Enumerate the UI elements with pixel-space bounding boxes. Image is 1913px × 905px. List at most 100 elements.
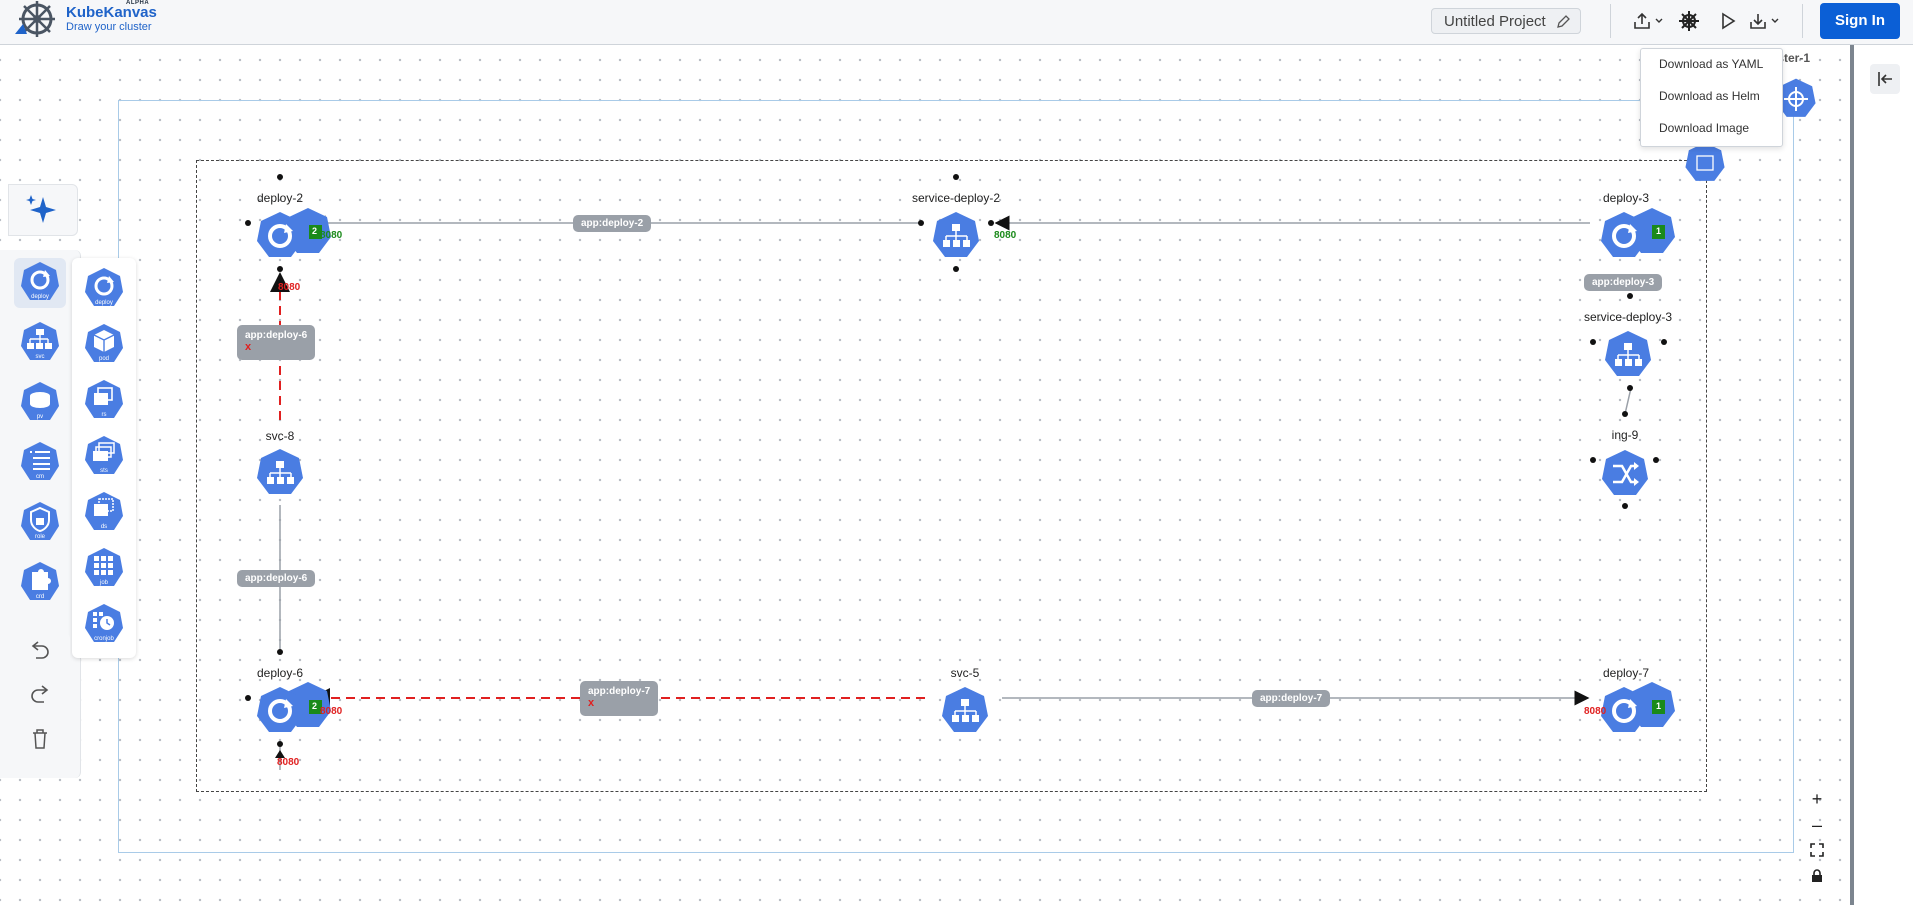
project-name-button[interactable]: Untitled Project bbox=[1431, 8, 1581, 34]
top-bar: ALPHA KubeKanvas Draw your cluster Untit… bbox=[0, 0, 1913, 45]
port-label-error: 8080 bbox=[278, 282, 301, 293]
lock-icon bbox=[1812, 869, 1822, 882]
edge-label-error[interactable]: app:deploy-7 x bbox=[580, 681, 659, 716]
port-label: 8080 bbox=[994, 230, 1017, 241]
error-mark: x bbox=[245, 341, 252, 353]
edge-label[interactable]: app:deploy-7 bbox=[1252, 690, 1331, 707]
deploy-resource-icon bbox=[85, 268, 123, 306]
zoom-out-button[interactable]: – bbox=[1804, 813, 1830, 837]
download-menu: Download as YAML Download as Helm Downlo… bbox=[1640, 48, 1783, 147]
redo-button[interactable] bbox=[10, 678, 70, 712]
trash-icon bbox=[33, 729, 47, 749]
undo-button[interactable] bbox=[10, 634, 70, 668]
replica-count: 2 bbox=[312, 226, 318, 236]
plus-icon: + bbox=[1811, 789, 1823, 809]
palette-sub-item-job[interactable]: job bbox=[78, 544, 130, 594]
port-label-error: 8080 bbox=[277, 757, 300, 768]
deploy-resource-icon bbox=[21, 262, 59, 300]
palette-item-label: role bbox=[34, 534, 45, 540]
sign-in-button[interactable]: Sign In bbox=[1820, 3, 1900, 39]
download-image-item[interactable]: Download Image bbox=[1659, 121, 1749, 135]
node-label-deploy-3: deploy-3 bbox=[1602, 191, 1650, 205]
helm-button[interactable] bbox=[1678, 9, 1700, 33]
cm-resource-icon bbox=[21, 442, 59, 480]
edge-label[interactable]: app:deploy-6 bbox=[237, 570, 316, 587]
node-label-ing-9: ing-9 bbox=[1611, 428, 1639, 442]
undo-icon bbox=[31, 641, 49, 659]
palette-sub-item-ds[interactable]: ds bbox=[78, 488, 130, 538]
play-button[interactable] bbox=[1718, 9, 1738, 33]
port-label: 8080 bbox=[320, 230, 343, 241]
rs-resource-icon bbox=[85, 380, 123, 418]
pv-resource-icon bbox=[21, 382, 59, 420]
palette-item-pv[interactable]: pv bbox=[14, 378, 66, 428]
node-label-deploy-6: deploy-6 bbox=[256, 666, 304, 680]
palette-item-cm[interactable]: cm bbox=[14, 438, 66, 488]
download-helm-item[interactable]: Download as Helm bbox=[1659, 89, 1760, 103]
right-sidebar bbox=[1850, 45, 1913, 905]
project-name: Untitled Project bbox=[1444, 13, 1546, 30]
role-resource-icon bbox=[21, 502, 59, 540]
toolbar-divider bbox=[1802, 4, 1803, 38]
workload-palette: deploy pod rs sts ds job cronjob bbox=[72, 258, 136, 658]
fit-view-button[interactable] bbox=[1804, 839, 1830, 863]
error-mark: x bbox=[588, 697, 595, 709]
palette-item-label: pod bbox=[98, 356, 109, 362]
redo-icon bbox=[31, 685, 49, 703]
pod-resource-icon bbox=[85, 324, 123, 362]
replica-count: 1 bbox=[1656, 701, 1662, 711]
port-label-error: 8080 bbox=[1584, 706, 1607, 717]
job-resource-icon bbox=[85, 548, 123, 586]
port-label-error: 8080 bbox=[320, 706, 343, 717]
palette-item-label: rs bbox=[101, 412, 107, 418]
palette-item-label: ds bbox=[100, 524, 108, 530]
app-title[interactable]: KubeKanvas bbox=[66, 4, 157, 21]
namespace-boundary[interactable] bbox=[196, 160, 1707, 792]
palette-sub-item-deploy[interactable]: deploy bbox=[78, 264, 130, 314]
fullscreen-icon bbox=[1810, 843, 1824, 857]
pencil-icon bbox=[1557, 15, 1570, 28]
palette-sub-item-sts[interactable]: sts bbox=[78, 432, 130, 482]
palette-item-label: job bbox=[99, 580, 108, 586]
node-label-service-deploy-2: service-deploy-2 bbox=[911, 191, 1001, 205]
palette-item-label: pv bbox=[36, 414, 44, 420]
play-icon bbox=[1722, 12, 1736, 30]
node-label-svc-5: svc-5 bbox=[950, 666, 980, 680]
palette-item-crd[interactable]: crd bbox=[14, 558, 66, 608]
helm-wheel-logo-icon bbox=[15, 1, 55, 37]
palette-sub-item-cronjob[interactable]: cronjob bbox=[78, 600, 130, 650]
palette-item-role[interactable]: role bbox=[14, 498, 66, 548]
cronjob-resource-icon bbox=[85, 604, 123, 642]
ds-resource-icon bbox=[85, 492, 123, 530]
palette-item-label: svc bbox=[35, 354, 45, 360]
download-icon bbox=[1750, 14, 1779, 29]
node-label-svc-8: svc-8 bbox=[265, 429, 295, 443]
sparkles-icon bbox=[26, 195, 56, 223]
node-label-deploy-7: deploy-7 bbox=[1602, 666, 1650, 680]
sidebar-divider bbox=[1850, 45, 1854, 905]
edge-label-error[interactable]: app:deploy-6 x bbox=[237, 325, 316, 360]
palette-item-deploy[interactable]: deploy bbox=[14, 258, 66, 308]
node-label-deploy-2: deploy-2 bbox=[256, 191, 304, 205]
palette-item-label: cm bbox=[36, 474, 44, 480]
download-button[interactable] bbox=[1748, 9, 1782, 33]
zoom-in-button[interactable]: + bbox=[1804, 787, 1830, 811]
palette-item-label: cronjob bbox=[94, 636, 114, 642]
helm-icon bbox=[1679, 11, 1699, 31]
ai-assistant-button[interactable] bbox=[8, 184, 78, 236]
edge-label[interactable]: app:deploy-3 bbox=[1584, 274, 1663, 291]
collapse-panel-button[interactable] bbox=[1870, 64, 1900, 94]
minus-icon: – bbox=[1811, 815, 1822, 835]
download-yaml-item[interactable]: Download as YAML bbox=[1659, 57, 1763, 71]
palette-sub-item-rs[interactable]: rs bbox=[78, 376, 130, 426]
arrow-left-to-line-icon bbox=[1878, 72, 1892, 86]
palette-item-svc[interactable]: svc bbox=[14, 318, 66, 368]
toolbar-divider bbox=[1610, 4, 1611, 38]
zoom-controls: + – bbox=[1804, 787, 1830, 893]
lock-button[interactable] bbox=[1804, 865, 1830, 889]
upload-button[interactable] bbox=[1632, 9, 1666, 33]
app-subtitle: Draw your cluster bbox=[66, 21, 152, 33]
edge-label[interactable]: app:deploy-2 bbox=[573, 215, 652, 232]
palette-sub-item-pod[interactable]: pod bbox=[78, 320, 130, 370]
delete-button[interactable] bbox=[10, 722, 70, 756]
